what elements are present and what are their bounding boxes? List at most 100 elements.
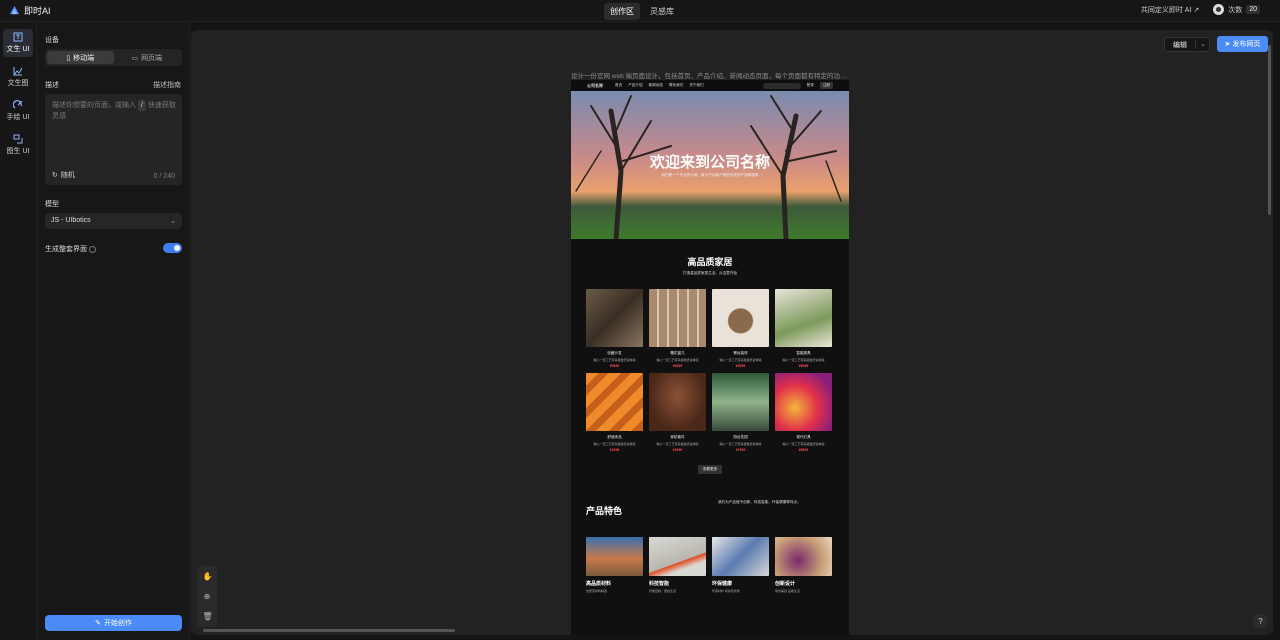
model-label: 模型 bbox=[45, 201, 59, 208]
preview-nav-link[interactable]: 关于我们 bbox=[689, 83, 703, 88]
product-desc: 精心一流工艺带来极致舒适体验 bbox=[782, 358, 825, 362]
start-label: 开始创作 bbox=[103, 620, 132, 627]
feature-image bbox=[712, 537, 769, 576]
feature-desc: 环保材料 呵护您的家 bbox=[712, 589, 740, 593]
product-desc: 精心一流工艺带来极致舒适体验 bbox=[719, 358, 762, 362]
product-card[interactable]: 现代灯具 精心一流工艺带来极致舒适体验 ¥8999 bbox=[775, 373, 832, 452]
product-price: ¥8999 bbox=[798, 448, 809, 452]
nav-label: 文生图 bbox=[7, 80, 29, 87]
preview-canvas[interactable]: 编辑 ⌄ ➤ 发布网页 ✋ ⊕ 🗑 设计一份官网 web 端页面设计，包括首页、… bbox=[191, 30, 1273, 635]
preview-search[interactable] bbox=[762, 82, 801, 89]
start-create-button[interactable]: ✎ 开始创作 bbox=[45, 615, 182, 631]
product-card[interactable]: 家纺套件 精心一流工艺带来极致舒适体验 ¥4999 bbox=[649, 373, 706, 452]
feature-card[interactable]: 环保健康 环保材料 呵护您的家 bbox=[712, 537, 769, 593]
preview-register[interactable]: 注册 bbox=[819, 82, 833, 89]
credits-count: 20 bbox=[1246, 5, 1260, 14]
mobile-preview[interactable]: 公司名称 首页 产品介绍 新闻动态 联系我们 关于我们 登录 注册 欢迎来到公司… bbox=[571, 80, 849, 635]
product-image bbox=[775, 373, 832, 431]
top-right: 共同定义即时 AI ↗ 次数 20 bbox=[1141, 4, 1260, 15]
random-button[interactable]: ↻ 随机 bbox=[52, 170, 75, 180]
info-icon bbox=[89, 245, 96, 253]
product-card[interactable]: 智能厨具 精心一流工艺带来极致舒适体验 ¥6999 bbox=[775, 289, 832, 368]
avatar[interactable] bbox=[1213, 4, 1225, 15]
publish-button[interactable]: ➤ 发布网页 bbox=[1217, 36, 1268, 52]
nav-text-to-ui[interactable]: 文生 UI bbox=[3, 29, 33, 57]
preview-nav-link[interactable]: 首页 bbox=[615, 83, 622, 88]
refresh-icon: ↻ bbox=[52, 172, 58, 179]
nav-text-to-image[interactable]: 文生图 bbox=[3, 63, 33, 91]
product-card[interactable]: 餐台装饰 精心一流工艺带来极致舒适体验 ¥2999 bbox=[712, 289, 769, 368]
feature-image bbox=[586, 537, 643, 576]
full-page-label: 生成整套界面 bbox=[45, 244, 96, 254]
horizontal-scrollbar[interactable] bbox=[203, 629, 455, 632]
send-icon: ➤ bbox=[1224, 41, 1231, 48]
product-card[interactable]: 阳台花园 精心一流工艺带来极致舒适体验 ¥7999 bbox=[712, 373, 769, 452]
feature-name: 高品质材料 bbox=[586, 581, 612, 587]
device-mobile-option[interactable]: ▯ 移动端 bbox=[47, 51, 114, 64]
product-card[interactable]: 雕花窗几 精心一流工艺带来极致舒适体验 ¥8999 bbox=[649, 289, 706, 368]
image-to-ui-icon bbox=[13, 134, 23, 144]
model-select[interactable]: JS - UIbotics ⌄ bbox=[45, 213, 182, 229]
preview-hero: 欢迎来到公司名称 我们是一个专业的公司，致力于为客户提供优质的产品和服务 bbox=[571, 91, 849, 239]
product-image bbox=[586, 373, 643, 431]
nav-label: 手绘 UI bbox=[6, 114, 30, 121]
preview-login[interactable]: 登录 bbox=[807, 83, 814, 88]
product-name: 雕花窗几 bbox=[670, 351, 685, 355]
random-label: 随机 bbox=[60, 172, 75, 179]
preview-brand[interactable]: 公司名称 bbox=[587, 83, 603, 89]
nav-image-to-ui[interactable]: 图生 UI bbox=[3, 131, 33, 159]
credits[interactable]: 次数 20 bbox=[1213, 4, 1260, 15]
logo-icon bbox=[9, 5, 20, 15]
hand-icon[interactable]: ✋ bbox=[203, 572, 213, 581]
feature-grid: 高品质材料 优质原材料精选 科技智能 智能控制，便捷生活 环保健康 环保材料 呵… bbox=[571, 537, 849, 593]
preview-nav-link[interactable]: 产品介绍 bbox=[628, 83, 642, 88]
desc-guide-link[interactable]: 描述指南 bbox=[153, 80, 181, 90]
features-header: 产品特色 我们为产品赋予创新、科技智能、环保健康等特点。 bbox=[571, 500, 849, 517]
feature-card[interactable]: 科技智能 智能控制，便捷生活 bbox=[649, 537, 706, 593]
vertical-scrollbar[interactable] bbox=[1268, 45, 1271, 215]
description-textarea[interactable]: 描述你想要的页面，或输入 / 快速获取灵感 ↻ 随机 0 / 240 bbox=[45, 94, 182, 185]
divider bbox=[1195, 40, 1196, 49]
product-card[interactable]: 舒适床品 精心一流工艺带来极致舒适体验 ¥4999 bbox=[586, 373, 643, 452]
nav-sketch-ui[interactable]: 手绘 UI bbox=[3, 97, 33, 125]
preview-nav-link[interactable]: 联系我们 bbox=[669, 83, 683, 88]
product-price: ¥2999 bbox=[735, 364, 746, 368]
app-logo[interactable]: 即时AI bbox=[9, 4, 51, 17]
top-tabs: 创作区 灵感库 bbox=[604, 3, 680, 20]
slash-key: / bbox=[137, 100, 146, 111]
trash-icon[interactable]: 🗑 bbox=[203, 612, 213, 621]
help-button[interactable]: ? bbox=[1253, 614, 1268, 629]
preview-nav: 公司名称 首页 产品介绍 新闻动态 联系我们 关于我们 登录 注册 bbox=[571, 80, 849, 91]
target-icon[interactable]: ⊕ bbox=[203, 592, 212, 601]
product-price: ¥8999 bbox=[672, 364, 683, 368]
features-subtitle: 我们为产品赋予创新、科技智能、环保健康等特点。 bbox=[718, 500, 801, 504]
product-name: 现代灯具 bbox=[796, 435, 811, 439]
product-card[interactable]: 收藏沙发 精心一流工艺带来极致舒适体验 ¥9999 bbox=[586, 289, 643, 368]
feature-desc: 智能控制，便捷生活 bbox=[649, 589, 677, 593]
preview-nav-link[interactable]: 新闻动态 bbox=[649, 83, 663, 88]
edit-dropdown[interactable]: 编辑 ⌄ bbox=[1164, 37, 1210, 52]
device-label: 设备 bbox=[45, 37, 59, 44]
product-image bbox=[712, 289, 769, 347]
product-desc: 精心一流工艺带来极致舒适体验 bbox=[782, 442, 825, 446]
chevron-down-icon[interactable]: ⌄ bbox=[1200, 40, 1206, 48]
co-define-link[interactable]: 共同定义即时 AI ↗ bbox=[1141, 5, 1199, 15]
hero-title: 欢迎来到公司名称 bbox=[649, 154, 770, 171]
feature-card[interactable]: 创新设计 简约美观 品味生活 bbox=[775, 537, 832, 593]
products-subtitle: 打造高品质家居生活，从这里开始 bbox=[683, 271, 737, 275]
feature-name: 环保健康 bbox=[712, 581, 733, 587]
app-name: 即时AI bbox=[24, 6, 51, 16]
desc-label: 描述 bbox=[45, 82, 59, 89]
device-web-option[interactable]: ▭ 网页端 bbox=[114, 51, 181, 64]
product-image bbox=[586, 289, 643, 347]
full-page-toggle[interactable] bbox=[163, 243, 182, 253]
product-name: 阳台花园 bbox=[733, 435, 748, 439]
feature-card[interactable]: 高品质材料 优质原材料精选 bbox=[586, 537, 643, 593]
credits-label: 次数 bbox=[1228, 6, 1243, 14]
feature-desc: 优质原材料精选 bbox=[586, 589, 608, 593]
device-web-label: 网页端 bbox=[141, 54, 163, 62]
tab-inspiration[interactable]: 灵感库 bbox=[644, 3, 680, 20]
product-desc: 精心一流工艺带来极致舒适体验 bbox=[719, 442, 762, 446]
tab-create[interactable]: 创作区 bbox=[604, 3, 640, 20]
view-more-button[interactable]: 查看更多 bbox=[698, 465, 722, 474]
